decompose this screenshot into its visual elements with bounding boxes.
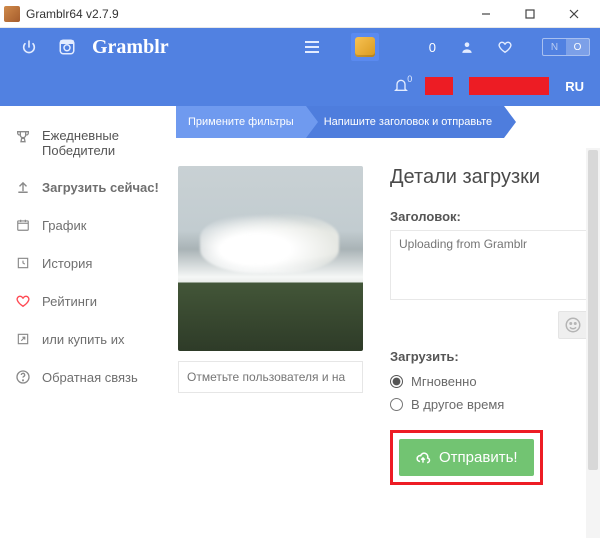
share-icon <box>14 330 32 348</box>
power-icon[interactable] <box>16 34 42 60</box>
body: Ежедневные Победители Загрузить сейчас! … <box>0 106 600 542</box>
radio-now-input[interactable] <box>390 375 403 388</box>
sidebar-item-ratings[interactable]: Рейтинги <box>8 282 168 320</box>
scrollbar[interactable] <box>586 148 600 538</box>
calendar-icon <box>14 216 32 234</box>
window-controls <box>464 1 596 27</box>
upload-preview <box>178 166 363 351</box>
redacted-username <box>469 77 549 95</box>
heart-outline-icon <box>14 292 32 310</box>
send-highlight: Отправить! <box>390 430 543 485</box>
send-button[interactable]: Отправить! <box>399 439 534 476</box>
window-title: Gramblr64 v2.7.9 <box>26 7 464 21</box>
crumb-filters[interactable]: Примените фильтры <box>176 106 306 138</box>
help-icon <box>14 368 32 386</box>
mode-n: N <box>543 39 566 55</box>
sidebar: Ежедневные Победители Загрузить сейчас! … <box>0 106 176 542</box>
main-content: Примените фильтры Напишите заголовок и о… <box>176 106 600 542</box>
radio-later[interactable]: В другое время <box>390 393 588 416</box>
coin-count: 0 <box>429 40 436 55</box>
crumb-caption[interactable]: Напишите заголовок и отправьте <box>306 106 504 138</box>
menu-icon[interactable] <box>299 34 325 60</box>
upload-mode-label: Загрузить: <box>390 349 588 364</box>
window-titlebar: Gramblr64 v2.7.9 <box>0 0 600 28</box>
caption-label: Заголовок: <box>390 209 588 224</box>
brand-logo: Gramblr <box>86 36 169 59</box>
app-icon <box>4 6 20 22</box>
sidebar-label: Ежедневные Победители <box>42 128 162 158</box>
maximize-button[interactable] <box>508 1 552 27</box>
radio-now[interactable]: Мгновенно <box>390 370 588 393</box>
breadcrumb: Примените фильтры Напишите заголовок и о… <box>176 106 590 138</box>
cloud-upload-icon <box>415 451 431 465</box>
heart-icon[interactable] <box>492 34 518 60</box>
sidebar-label: Обратная связь <box>42 370 138 385</box>
sidebar-item-history[interactable]: История <box>8 244 168 282</box>
emoji-button[interactable] <box>558 311 588 339</box>
history-icon <box>14 254 32 272</box>
minimize-button[interactable] <box>464 1 508 27</box>
radio-later-input[interactable] <box>390 398 403 411</box>
sidebar-item-feedback[interactable]: Обратная связь <box>8 358 168 396</box>
sidebar-label: Рейтинги <box>42 294 97 309</box>
instagram-icon[interactable] <box>54 34 80 60</box>
sidebar-label: График <box>42 218 86 233</box>
panel-title: Детали загрузки <box>390 166 588 189</box>
sidebar-item-winners[interactable]: Ежедневные Победители <box>8 118 168 168</box>
sidebar-label: Загрузить сейчас! <box>42 180 159 195</box>
user-icon[interactable] <box>454 34 480 60</box>
trophy-icon <box>14 128 32 146</box>
app-subheader: 0 RU <box>0 66 600 106</box>
language-button[interactable]: RU <box>565 79 584 94</box>
redacted-avatar <box>425 77 453 95</box>
tag-user-input[interactable] <box>178 361 363 393</box>
notifications-icon[interactable]: 0 <box>393 76 409 97</box>
sidebar-item-buy[interactable]: или купить их <box>8 320 168 358</box>
scrollbar-thumb[interactable] <box>588 150 598 470</box>
sidebar-label: или купить их <box>42 332 124 347</box>
notification-count: 0 <box>406 74 413 84</box>
app-header: Gramblr 0 N O <box>0 28 600 66</box>
sidebar-label: История <box>42 256 92 271</box>
upload-icon <box>14 178 32 196</box>
mode-switch[interactable]: N O <box>542 38 590 56</box>
sidebar-item-schedule[interactable]: График <box>8 206 168 244</box>
close-button[interactable] <box>552 1 596 27</box>
coins-icon[interactable] <box>351 33 379 61</box>
sidebar-item-upload[interactable]: Загрузить сейчас! <box>8 168 168 206</box>
caption-input[interactable] <box>390 230 588 300</box>
mode-o: O <box>566 39 589 55</box>
